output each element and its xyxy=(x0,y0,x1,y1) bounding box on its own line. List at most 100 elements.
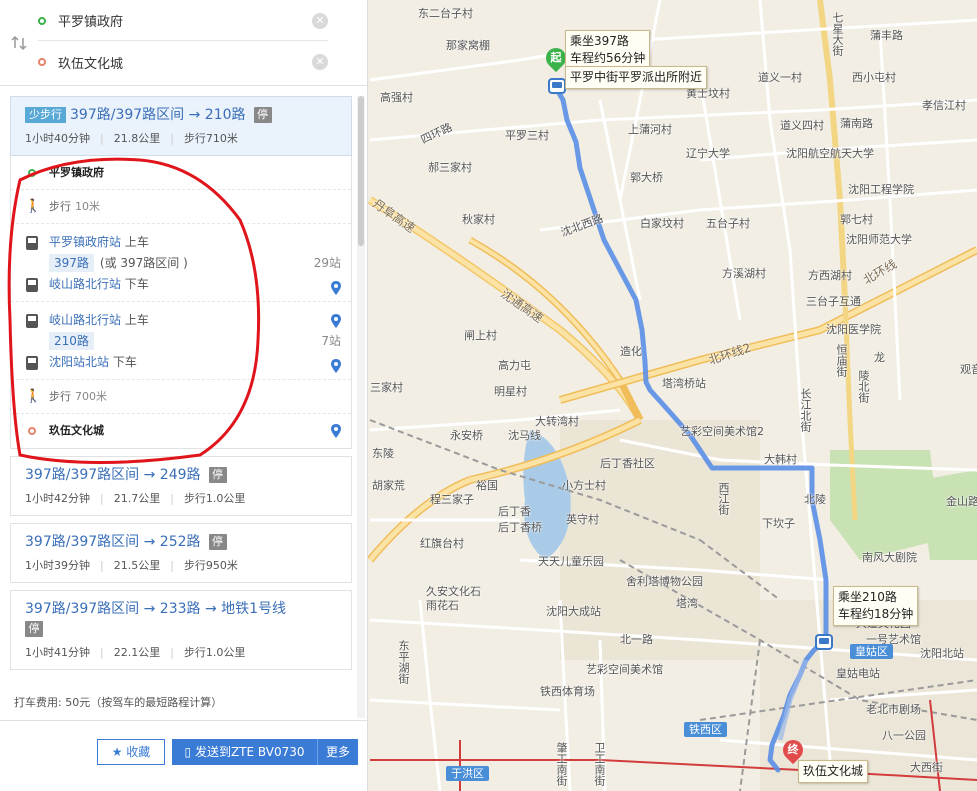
map-label: 沈阳师范大学 xyxy=(846,233,912,246)
map-label: 上蒲河村 xyxy=(628,123,672,136)
map-label: 辽宁大学 xyxy=(686,147,730,160)
plan-distance: 21.7公里 xyxy=(113,492,161,505)
map-label: 肇工南街 xyxy=(555,742,568,786)
alight-station[interactable]: 岐山路北行站 xyxy=(49,277,121,291)
detail-start-name: 平罗镇政府 xyxy=(49,166,104,179)
bus-route-tag[interactable]: 397路 xyxy=(49,254,94,272)
map-label: 久安文化石 xyxy=(426,585,481,598)
bus-route-tag[interactable]: 210路 xyxy=(49,332,94,350)
board-station[interactable]: 岐山路北行站 xyxy=(49,313,121,327)
map-label: 后丁香 xyxy=(498,505,531,518)
send-to-phone-button[interactable]: ▯ 发送到ZTE BV0730 更多 xyxy=(172,739,358,765)
map-label: 裕国 xyxy=(476,479,498,492)
bus-icon xyxy=(26,356,38,370)
taxi-fare: 打车费用: 50元（按驾车的最短路程计算） xyxy=(14,696,223,709)
map-label: 龙 xyxy=(874,351,885,364)
route-plan-4[interactable]: 397路/397路区间 → 233路 → 地铁1号线停 1小时41分钟 | 22.1… xyxy=(10,590,352,670)
location-pin-icon[interactable] xyxy=(331,314,341,328)
map-label: 闸上村 xyxy=(464,329,497,342)
map-label: 西江街 xyxy=(717,482,730,515)
route-callout-start: 乘坐397路 车程约56分钟 xyxy=(565,30,651,70)
board-station[interactable]: 平罗镇政府站 xyxy=(49,235,121,249)
walk-length: 10米 xyxy=(75,200,100,213)
bus-stop-icon[interactable] xyxy=(548,78,566,94)
more-button[interactable]: 更多 xyxy=(318,739,358,765)
map-label: 西小屯村 xyxy=(852,71,896,84)
map-label: 老北市剧场 xyxy=(866,703,921,716)
map-label: 塔湾 xyxy=(676,597,698,610)
stop-count: 29站 xyxy=(313,256,341,270)
plan-title[interactable]: 397路/397路区间 → 249路 xyxy=(25,467,201,483)
end-input[interactable]: 玖伍文化城 xyxy=(58,53,312,72)
map-label: 沈阳大成站 xyxy=(546,605,601,618)
plan-distance: 21.8公里 xyxy=(113,132,161,145)
map-district-label: 于洪区 xyxy=(446,766,489,781)
plan-walk: 步行1.0公里 xyxy=(183,646,246,659)
less-walk-tag: 少步行 xyxy=(25,107,66,123)
route-plan-3[interactable]: 397路/397路区间 → 252路停 1小时39分钟 | 21.5公里 | 步行950… xyxy=(10,523,352,583)
plan-title[interactable]: 397路/397路区间 → 252路 xyxy=(25,534,201,550)
bus-stop-icon[interactable] xyxy=(815,634,833,650)
map-label: 东陵 xyxy=(372,447,394,460)
parking-icon: 停 xyxy=(25,621,43,637)
bus-icon xyxy=(26,314,38,328)
walk-label: 步行 xyxy=(49,200,71,213)
map-label: 五台子村 xyxy=(706,217,750,230)
alight-action: 下车 xyxy=(112,355,137,369)
map-label: 胡家荒 xyxy=(372,479,405,492)
map-label: 后丁香桥 xyxy=(498,521,542,534)
end-callout: 玖伍文化城 xyxy=(798,760,869,783)
alight-station[interactable]: 沈阳站北站 xyxy=(49,355,109,369)
location-pin-icon[interactable] xyxy=(331,424,341,438)
start-marker-label: 起 xyxy=(550,51,562,64)
scrollbar-thumb[interactable] xyxy=(358,96,364,246)
bus-leg-2: 岐山路北行站 上车 210路 7站 沈阳站北站 下车 xyxy=(11,302,351,380)
map-label: 天天儿童乐园 xyxy=(538,555,604,568)
end-input-row[interactable]: 玖伍文化城 ✕ xyxy=(38,42,328,82)
favorite-label: 收藏 xyxy=(126,745,151,759)
map-label: 蒲丰路 xyxy=(870,29,903,42)
route-plan-2[interactable]: 397路/397路区间 → 249路停 1小时42分钟 | 21.7公里 | 步行1.0… xyxy=(10,456,352,516)
map-label: 沈阳北站 xyxy=(920,647,964,660)
alt-route: (或 397路区间 ) xyxy=(99,256,188,270)
map-label: 南风大剧院 xyxy=(862,551,917,564)
plan-time: 1小时39分钟 xyxy=(25,559,90,572)
map-label: 平罗三村 xyxy=(505,129,549,142)
map-label: 恒庙街 xyxy=(835,344,848,377)
map-label: 方溪湖村 xyxy=(722,267,766,280)
stop-callout: 平罗中街平罗派出所附近 xyxy=(565,66,708,89)
start-input-row[interactable]: 平罗镇政府 ✕ xyxy=(38,1,328,41)
parking-icon: 停 xyxy=(253,107,272,123)
map-label: 大韩村 xyxy=(764,453,797,466)
end-dot-icon xyxy=(38,58,46,66)
favorite-button[interactable]: ★ 收藏 xyxy=(97,739,165,765)
location-pin-icon[interactable] xyxy=(331,359,341,373)
walk-label: 步行 xyxy=(49,390,71,403)
map-label: 高强村 xyxy=(380,91,413,104)
alight-action: 下车 xyxy=(124,277,149,291)
location-pin-icon[interactable] xyxy=(331,281,341,295)
route-plan-1[interactable]: 少步行 397路/397路区间 → 210路停 1小时40分钟 | 21.8公里 | 步行… xyxy=(10,96,352,156)
map-label: 英守村 xyxy=(566,513,599,526)
map-label: 下坎子 xyxy=(762,517,795,530)
map-label: 那家窝棚 xyxy=(446,39,490,52)
plan-title[interactable]: 397路/397路区间 → 233路 → 地铁1号线 xyxy=(25,601,286,617)
plan-walk: 步行950米 xyxy=(183,559,238,572)
map-label: 八一公园 xyxy=(882,729,926,742)
clear-end-icon[interactable]: ✕ xyxy=(312,54,328,70)
clear-start-icon[interactable]: ✕ xyxy=(312,12,328,29)
detail-start: 平罗镇政府 xyxy=(11,156,351,190)
map-label: 艺彩空间美术馆 xyxy=(586,663,663,676)
results-scrollbar[interactable] xyxy=(357,96,365,718)
start-marker[interactable]: 起 xyxy=(541,43,571,76)
map-label: 沈阳航空航天大学 xyxy=(786,147,874,160)
map-label: 蒲南路 xyxy=(840,117,873,130)
swap-icon[interactable] xyxy=(10,34,28,52)
detail-end-name: 玖伍文化城 xyxy=(49,424,104,437)
plan-walk: 步行1.0公里 xyxy=(183,492,246,505)
route-panel: 平罗镇政府 ✕ 玖伍文化城 ✕ 少步行 397路/397路区间 → 210路停 1… xyxy=(0,0,368,791)
start-input[interactable]: 平罗镇政府 xyxy=(58,11,312,30)
route-detail: 平罗镇政府 🚶 步行 10米 平罗镇政府站 上车 397路 (或 397路区间 ) 2… xyxy=(10,156,352,449)
stop-count: 7站 xyxy=(321,334,341,348)
plan-title[interactable]: 397路/397路区间 → 210路 xyxy=(70,107,246,123)
